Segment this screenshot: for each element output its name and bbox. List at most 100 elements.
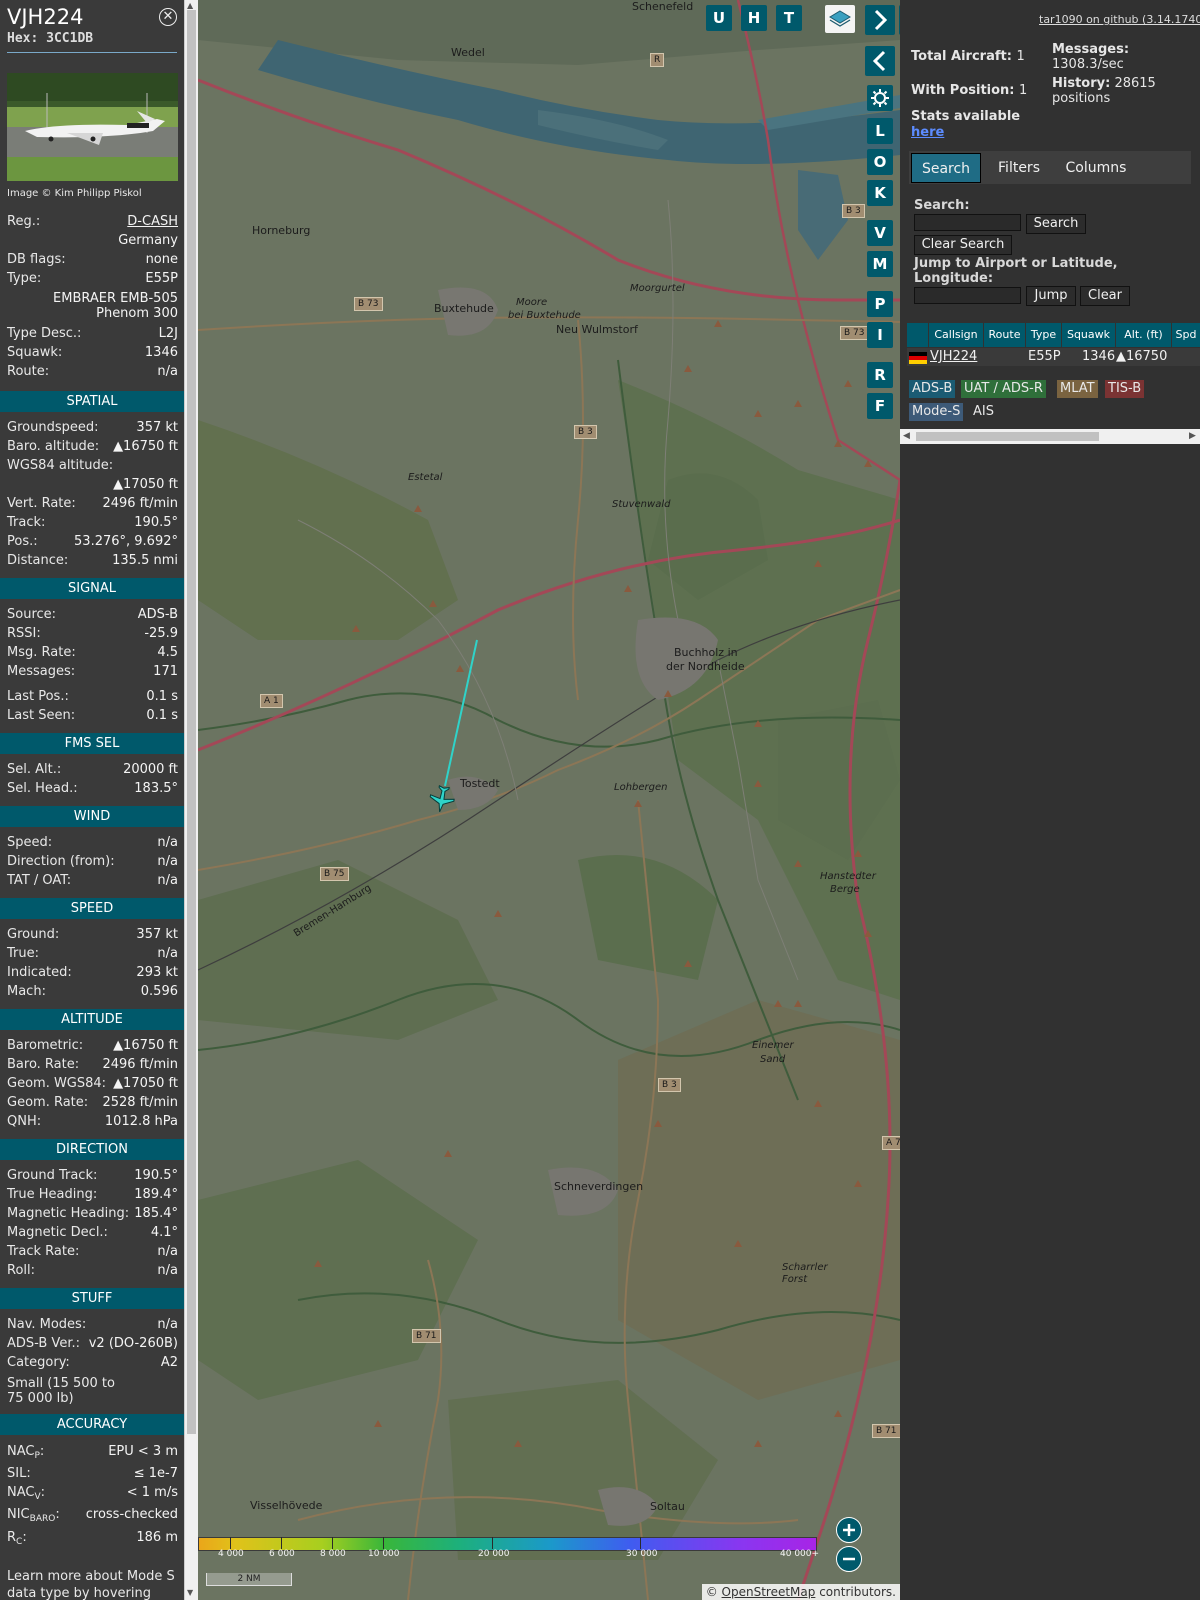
stat-unit: positions — [1052, 91, 1111, 106]
source-badge-tisb[interactable]: TIS-B — [1105, 380, 1145, 398]
info-value: n/a — [157, 854, 178, 869]
jump-input[interactable] — [914, 287, 1021, 304]
scroll-down-icon[interactable]: ▼ — [187, 1589, 193, 1597]
toggle-button-r[interactable]: R — [867, 362, 893, 388]
table-scroll-thumb[interactable] — [916, 432, 1099, 441]
toggle-button-p[interactable]: P — [867, 291, 893, 317]
column-header-altitude[interactable]: Alt. (ft) — [1116, 323, 1171, 347]
source-badge-mlat[interactable]: MLAT — [1057, 380, 1098, 398]
map-label: Tostedt — [460, 777, 500, 790]
tab-filters[interactable]: Filters — [985, 153, 1053, 183]
section-header-wind[interactable]: WIND — [0, 806, 184, 827]
tab-columns[interactable]: Columns — [1057, 153, 1135, 183]
map-attribution: © OpenStreetMap contributors. — [701, 1584, 900, 1600]
road-label: B 71 — [872, 1424, 900, 1438]
section-header-stuff[interactable]: STUFF — [0, 1288, 184, 1309]
scroll-right-icon[interactable]: ▶ — [1189, 431, 1196, 441]
aircraft-photo[interactable] — [7, 73, 178, 181]
info-value: 190.5° — [134, 515, 178, 530]
info-row: RSSI: -25.9 — [7, 624, 178, 643]
sidebar-scroll-thumb[interactable] — [187, 10, 196, 1434]
info-key: Sel. Alt.: — [7, 762, 62, 777]
sidebar-scrollbar[interactable]: ▲ ▼ — [184, 0, 198, 1600]
column-header-flag[interactable] — [907, 323, 928, 347]
info-row: TAT / OAT: n/a — [7, 871, 178, 890]
toggle-button-l[interactable]: L — [867, 118, 893, 144]
info-key: Reg.: — [7, 214, 41, 229]
column-header-squawk[interactable]: Squawk — [1062, 323, 1115, 347]
info-key: Messages: — [7, 664, 76, 679]
source-badge-modes[interactable]: Mode-S — [909, 403, 964, 421]
aircraft-list-panel: tar1090 on github (3.14.1740) Total Airc… — [900, 0, 1200, 1600]
expand-sidebar-button[interactable] — [865, 5, 895, 35]
section-header-altitude[interactable]: ALTITUDE — [0, 1009, 184, 1030]
toggle-button-f[interactable]: F — [867, 393, 893, 419]
section-header-fms[interactable]: FMS SEL — [0, 733, 184, 754]
cell-callsign[interactable]: VJH224 — [930, 348, 977, 366]
info-key: Magnetic Decl.: — [7, 1225, 108, 1240]
github-link[interactable]: tar1090 on github (3.14.1740) — [1039, 13, 1200, 26]
attribution-prefix: © — [705, 1585, 722, 1599]
stats-link[interactable]: here — [911, 125, 944, 140]
toggle-button-o[interactable]: O — [867, 149, 893, 175]
source-badge-adsb[interactable]: ADS-B — [909, 380, 956, 398]
info-key: RC: — [7, 1530, 27, 1547]
column-header-type[interactable]: Type — [1026, 323, 1061, 347]
collapse-sidebar-button[interactable] — [865, 46, 895, 76]
clear-button[interactable]: Clear — [1080, 286, 1130, 306]
toggle-button-m[interactable]: M — [867, 251, 893, 277]
panel-tabs: Search Filters Columns — [909, 151, 1191, 184]
attribution-link[interactable]: OpenStreetMap — [722, 1585, 816, 1599]
column-header-route[interactable]: Route — [984, 323, 1025, 347]
category-desc-line-1: Small (15 500 to — [7, 1376, 115, 1391]
map-view[interactable]: Schenefeld Wedel Horneburg Buxtehude Neu… — [198, 0, 900, 1600]
toggle-button-u[interactable]: U — [706, 5, 732, 31]
history-stat: History: 28615 positions — [1052, 76, 1156, 106]
zoom-in-button[interactable] — [836, 1517, 862, 1543]
info-key: Baro. Rate: — [7, 1057, 80, 1072]
toggle-button-t[interactable]: T — [776, 5, 802, 31]
source-badge-ais[interactable]: AIS — [970, 403, 997, 421]
section-header-direction[interactable]: DIRECTION — [0, 1139, 184, 1160]
info-value: ▲17050 ft — [113, 477, 178, 492]
road-label: B 71 — [412, 1329, 441, 1343]
close-icon[interactable]: ✕ — [159, 8, 177, 26]
source-badge-uat[interactable]: UAT / ADS-R — [961, 380, 1046, 398]
info-row: Vert. Rate: 2496 ft/min — [7, 494, 178, 513]
toggle-button-i[interactable]: I — [867, 322, 893, 348]
table-horizontal-scrollbar[interactable]: ◀ ▶ — [900, 429, 1200, 444]
info-row: Sel. Head.: 183.5° — [7, 779, 178, 798]
toggle-button-h[interactable]: H — [741, 5, 767, 31]
scroll-left-icon[interactable]: ◀ — [903, 431, 910, 441]
settings-button[interactable] — [867, 85, 893, 111]
map-label: Schenefeld — [632, 0, 694, 13]
scroll-up-icon[interactable]: ▲ — [187, 2, 193, 10]
info-value: -25.9 — [144, 626, 178, 641]
section-header-speed[interactable]: SPEED — [0, 898, 184, 919]
toggle-button-k[interactable]: K — [867, 180, 893, 206]
clear-search-button[interactable]: Clear Search — [914, 235, 1012, 255]
section-header-spatial[interactable]: SPATIAL — [0, 391, 184, 412]
info-key: Indicated: — [7, 965, 72, 980]
aircraft-hex: Hex: 3CC1DB — [7, 31, 94, 46]
tab-search[interactable]: Search — [911, 153, 981, 183]
info-value: 1012.8 hPa — [104, 1114, 178, 1129]
search-button[interactable]: Search — [1026, 214, 1086, 234]
info-row: QNH: 1012.8 hPa — [7, 1112, 178, 1131]
aircraft-marker[interactable] — [427, 784, 457, 814]
search-input[interactable] — [914, 214, 1021, 231]
info-value: n/a — [157, 873, 178, 888]
info-row-country: Germany — [7, 231, 178, 250]
info-key-sub: BARO — [29, 1514, 56, 1524]
section-header-accuracy[interactable]: ACCURACY — [0, 1414, 184, 1435]
toggle-button-v[interactable]: V — [867, 220, 893, 246]
jump-button[interactable]: Jump — [1026, 286, 1076, 306]
layers-button[interactable] — [825, 5, 855, 33]
column-header-speed[interactable]: Spd — [1172, 323, 1200, 347]
column-header-callsign[interactable]: Callsign — [929, 323, 983, 347]
section-header-signal[interactable]: SIGNAL — [0, 578, 184, 599]
registration-link[interactable]: D-CASH — [127, 212, 178, 231]
info-row: Category: A2 — [7, 1353, 178, 1372]
info-value: n/a — [157, 1263, 178, 1278]
zoom-out-button[interactable] — [836, 1546, 862, 1572]
